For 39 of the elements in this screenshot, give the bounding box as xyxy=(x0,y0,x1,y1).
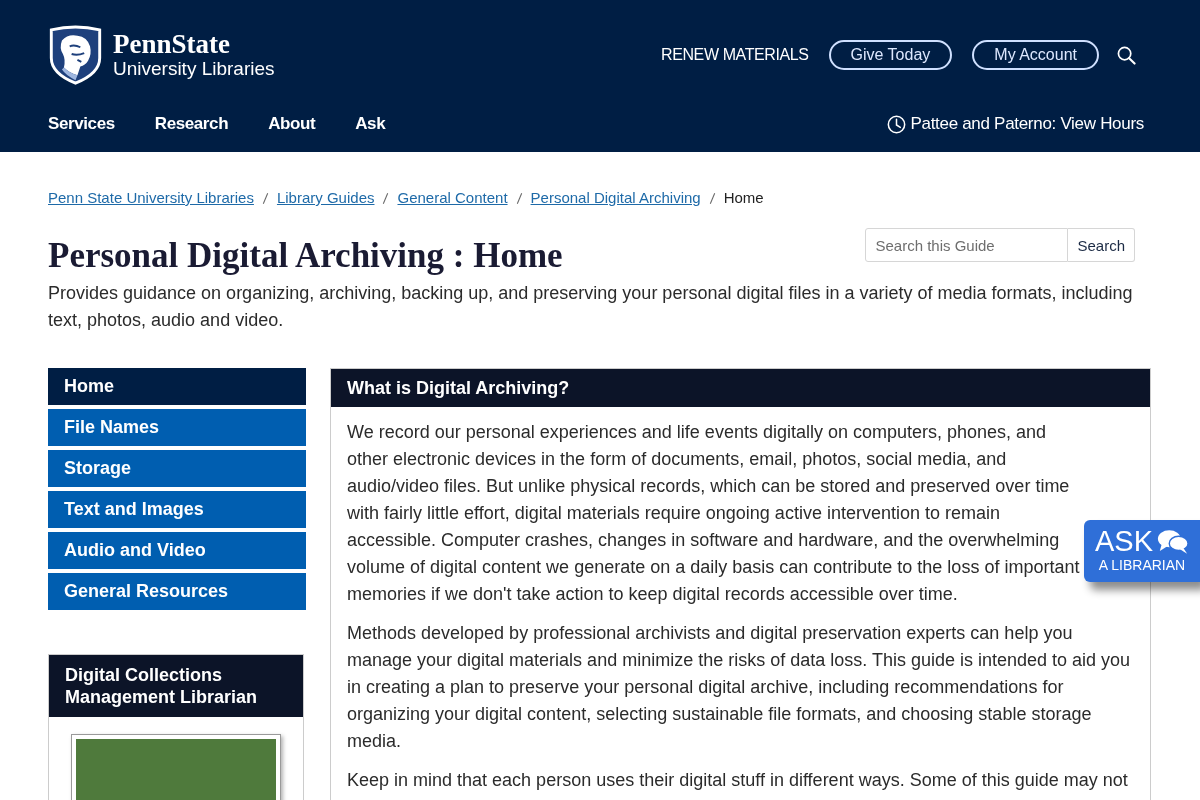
search-button[interactable]: Search xyxy=(1068,228,1135,262)
breadcrumb-link[interactable]: Penn State University Libraries xyxy=(48,188,254,208)
pill-button[interactable]: Give Today xyxy=(828,40,953,70)
logo-subtitle[interactable]: University Libraries xyxy=(113,58,275,80)
nav-link[interactable]: Services xyxy=(48,112,115,136)
body-paragraph: Keep in mind that each person uses their digital stuff in different ways. Some of this guide may not xyxy=(347,769,1129,792)
breadcrumb-link[interactable]: General Content xyxy=(397,188,508,208)
pill-button[interactable]: My Account xyxy=(972,40,1099,70)
utility-link[interactable]: RENEW MATERIALS xyxy=(661,46,809,64)
page-title: Personal Digital Archiving : Home xyxy=(48,236,563,276)
nav-link[interactable]: Research xyxy=(154,112,229,136)
slash-icon xyxy=(261,191,269,205)
chat-bubbles-icon xyxy=(1157,527,1189,555)
slash-icon xyxy=(382,191,390,205)
breadcrumb-current: Home xyxy=(723,188,764,208)
nav-link[interactable]: Ask xyxy=(355,112,386,136)
search-field[interactable]: Search this Guide xyxy=(865,228,1069,262)
shield-logo-icon[interactable] xyxy=(48,25,103,85)
nav-link[interactable]: About xyxy=(268,112,316,136)
breadcrumb-link[interactable]: Personal Digital Archiving xyxy=(530,188,701,208)
hours-link[interactable]: Pattee and Paterno: View Hours xyxy=(887,112,1144,136)
slash-icon xyxy=(708,191,716,205)
guide-nav-item[interactable]: Storage xyxy=(48,450,306,487)
body-paragraph: Methods developed by professional archivists and digital preservation experts can help you manage your digital materials and minimize the risks of data loss. This guide is intended to aid you in creating a plan to preserve your personal digital archive, including recommendations for organizing your digital content, selecting sustainable file formats, and choosing stable storage media. xyxy=(347,622,1132,753)
slash-icon xyxy=(515,191,523,205)
content-box-title: What is Digital Archiving? xyxy=(331,369,1150,407)
search-icon[interactable] xyxy=(1117,45,1136,65)
guide-nav-item[interactable]: General Resources xyxy=(48,573,306,610)
breadcrumb-link[interactable]: Library Guides xyxy=(276,188,375,208)
page-description: Provides guidance on organizing, archiving, backing up, and preserving your personal digital files in a variety of media formats, including text, photos, audio and video. xyxy=(48,282,1134,332)
guide-nav-item[interactable]: Text and Images xyxy=(48,491,306,528)
clock-icon xyxy=(887,114,907,134)
body-paragraph: We record our personal experiences and life events digitally on computers, phones, and other electronic devices in the form of documents, email, photos, social media, and audio/video files. But unlike physical records, which can be stored and preserved over time with fairly little effort, digital materials require ongoing active intervention to remain accessible. Computer crashes, changes in software and hardware, and the overwhelming volume of digital content we generate on a daily basis can contribute to the loss of important memories if we don't take action to keep digital records accessible over time. xyxy=(347,421,1080,606)
guide-nav-item[interactable]: File Names xyxy=(48,409,306,446)
guide-nav-item[interactable]: Audio and Video xyxy=(48,532,306,569)
guide-nav-item[interactable]: Home xyxy=(48,368,306,405)
profile-box-title: Digital Collections Management Librarian xyxy=(49,655,303,717)
logo-wordmark[interactable]: PennState xyxy=(113,30,275,58)
ask-a-librarian-button[interactable]: ASK A LIBRARIAN xyxy=(1084,520,1200,582)
